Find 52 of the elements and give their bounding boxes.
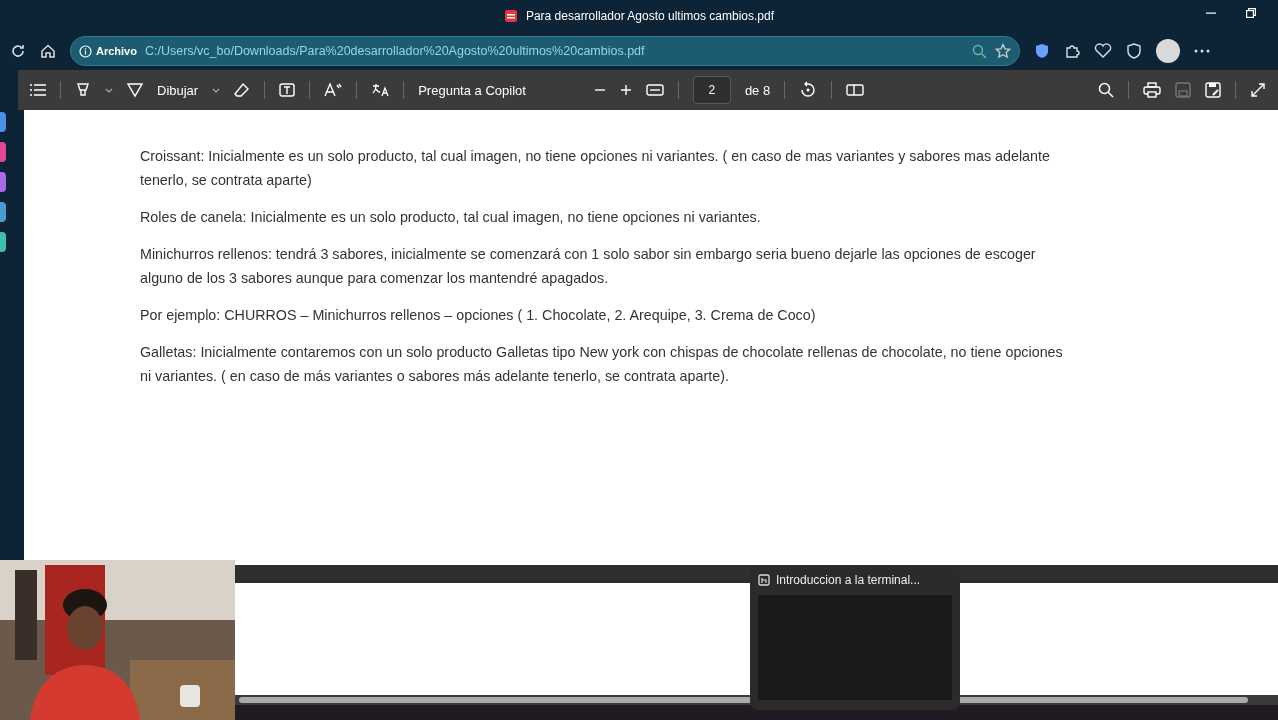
shield-icon[interactable] <box>1126 43 1142 59</box>
taskbar-preview[interactable]: Introduccion a la terminal... <box>750 565 960 710</box>
text-line: Por ejemplo: CHURROS – Minichurros rellenos – opciones ( 1. Chocolate, 2. Arequipe, 3. Crema de Coco) <box>140 306 817 325</box>
text-line: alguno de los 3 sabores aunque para comenzar los mantendré apagados. <box>140 269 610 288</box>
sidebar-tab[interactable] <box>0 142 6 162</box>
restore-icon[interactable] <box>1246 8 1256 18</box>
puzzle-icon[interactable] <box>1064 43 1080 59</box>
eraser-icon[interactable] <box>234 82 251 98</box>
avatar[interactable] <box>1156 39 1180 63</box>
sidebar-tab[interactable] <box>0 172 6 192</box>
text-line: ni variantes. ( en caso de más variantes o sabores más adelante tenerlo, se contrata aparte). <box>140 367 730 386</box>
url-text: C:/Users/vc_bo/Downloads/Para%20desarrollador%20Agosto%20ultimos%20cambios.pdf <box>144 44 646 58</box>
info-icon[interactable] <box>79 44 92 58</box>
text-box-icon[interactable] <box>279 82 296 98</box>
zoom-icon[interactable] <box>972 43 987 59</box>
reload-icon[interactable] <box>10 43 26 59</box>
expand-icon[interactable] <box>1250 82 1266 98</box>
sidebar-tab[interactable] <box>0 232 6 252</box>
print-icon[interactable] <box>1143 82 1161 98</box>
sidebar-tab[interactable] <box>0 112 6 132</box>
heart-icon[interactable] <box>1094 43 1112 59</box>
caret-icon[interactable] <box>212 87 221 93</box>
page-view-icon[interactable] <box>846 83 865 97</box>
list-icon[interactable] <box>30 84 46 96</box>
search-icon[interactable] <box>1098 82 1114 98</box>
text-line: Galletas: Inicialmente contaremos con un solo producto Galletas tipo New york con chispas de chocolate rellenas de chocolate, no tiene opciones <box>140 343 1064 362</box>
scheme-label: Archivo <box>96 45 137 57</box>
rotate-icon[interactable] <box>799 81 818 99</box>
save-as-icon[interactable] <box>1205 82 1221 98</box>
page-count: de 8 <box>744 82 771 98</box>
text-line: tenerlo, se contrata aparte) <box>140 171 313 190</box>
address-bar[interactable]: Archivo C:/Users/vc_bo/Downloads/Para%20desarrollador%20Agosto%20ultimos%20cambios.pdf <box>70 36 1020 66</box>
star-icon[interactable] <box>995 43 1011 59</box>
page-number-field[interactable]: 2 <box>692 76 731 104</box>
zoom-in-icon[interactable] <box>619 84 632 96</box>
sidebar-tab[interactable] <box>0 202 6 222</box>
home-icon[interactable] <box>40 43 56 59</box>
copilot-button[interactable]: Pregunta a Copilot <box>418 82 526 98</box>
text-line: Croissant: Inicialmente es un solo producto, tal cual imagen, no tiene opciones ni variantes. ( en caso de mas variantes y sabores mas adelante <box>140 147 1051 166</box>
preview-title: Introduccion a la terminal... <box>776 573 921 587</box>
fit-width-icon[interactable] <box>645 83 664 97</box>
draw-button[interactable]: Dibujar <box>157 82 199 98</box>
text-line: Minichurros rellenos: tendrá 3 sabores, inicialmente se comenzará con 1 solo sabor sin embargo seria bueno dejarle las opciones de escoger <box>140 245 1037 264</box>
window-title: Para desarrollador Agosto ultimos cambios.pdf <box>525 9 775 23</box>
text-line: Roles de canela: Inicialmente es un solo producto, tal cual imagen, no tiene opciones ni variantes. <box>140 208 762 227</box>
pdf-icon <box>503 9 518 23</box>
highlighter-icon[interactable] <box>75 82 91 98</box>
caret-icon[interactable] <box>105 87 113 93</box>
translate-icon[interactable] <box>371 82 390 98</box>
more-icon[interactable] <box>1194 49 1210 53</box>
shield-icon[interactable] <box>1034 43 1050 59</box>
window-icon <box>758 574 770 586</box>
